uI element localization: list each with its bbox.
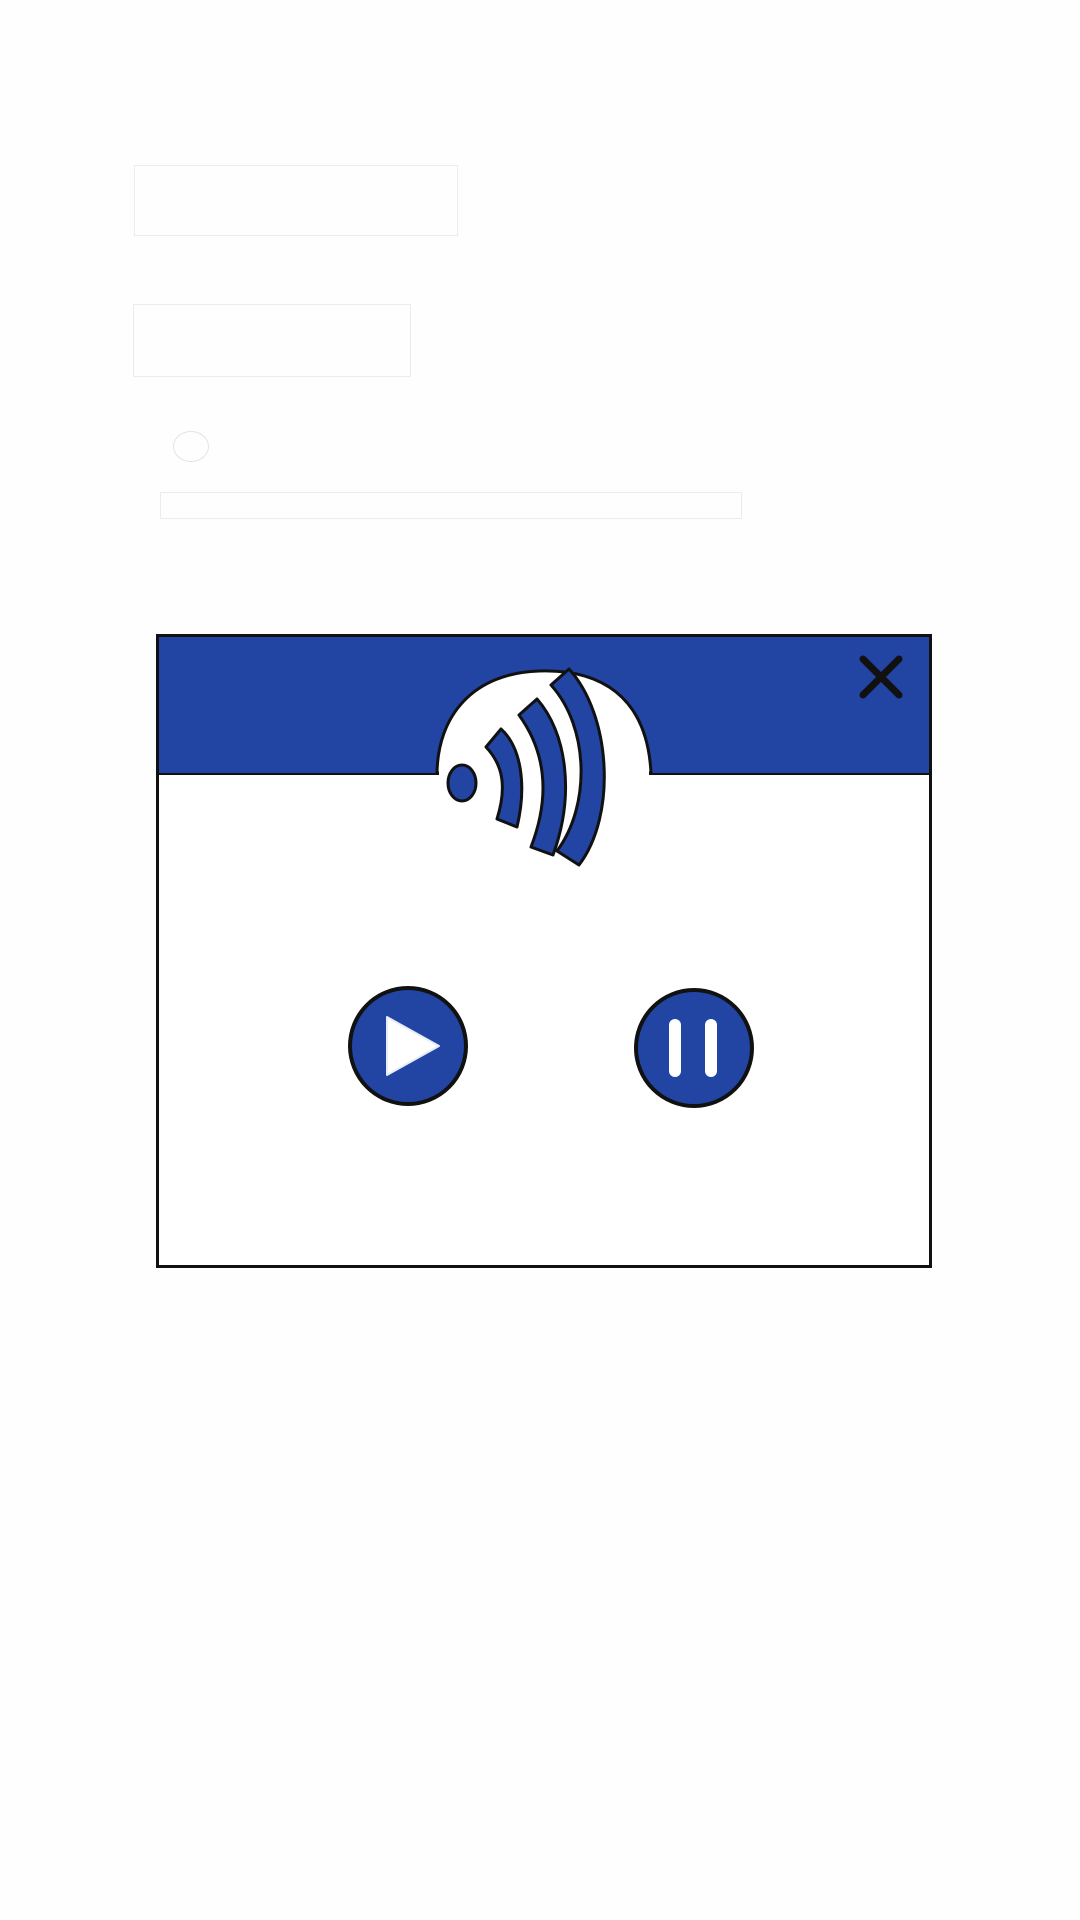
background-bar-placeholder [160, 492, 742, 519]
screen [0, 0, 1080, 1920]
background-radio-placeholder [173, 431, 209, 462]
background-input-placeholder [133, 304, 411, 377]
close-icon[interactable] [855, 651, 907, 703]
pause-button[interactable] [633, 987, 755, 1109]
play-button[interactable] [347, 985, 469, 1107]
audio-dialog [156, 634, 932, 1268]
sound-wave-icon [435, 667, 653, 867]
background-input-placeholder [134, 165, 458, 236]
